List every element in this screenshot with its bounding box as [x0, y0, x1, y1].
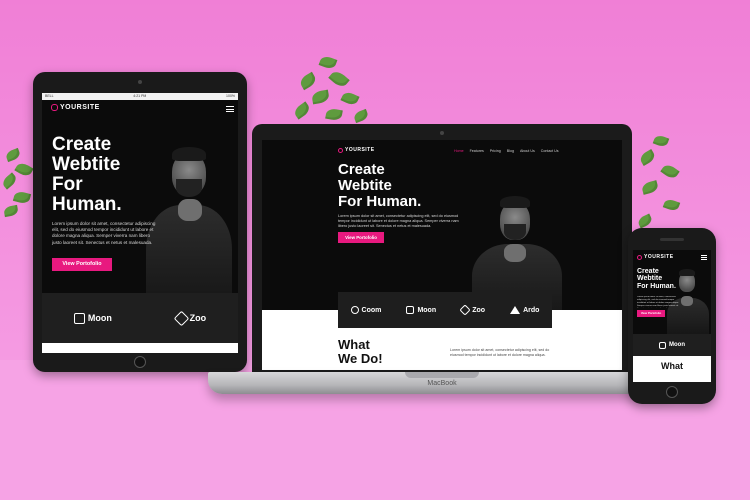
tablet-home-button[interactable] — [134, 356, 146, 368]
brand-ardo: Ardo — [510, 306, 539, 314]
nav-contact-us[interactable]: Contact Us — [541, 149, 559, 153]
nav-pricing[interactable]: Pricing — [490, 149, 501, 153]
tablet-logo-text: YOURSITE — [60, 104, 100, 111]
brand-ardo-label: Ardo — [523, 306, 540, 314]
nav-blog[interactable]: Blog — [507, 149, 514, 153]
phone-logo[interactable]: YOURSITE — [637, 254, 674, 260]
laptop-section-title: What We Do! — [338, 338, 383, 365]
coom-icon — [350, 306, 359, 314]
tablet-status-bar: BELL 4:21 PM 100% — [42, 93, 238, 100]
tablet-white-section — [42, 343, 238, 353]
logo-mark-icon — [338, 147, 343, 153]
plant-center — [290, 54, 380, 130]
phone-paragraph: Lorem ipsum dolor sit amet, consectetur … — [637, 296, 679, 308]
moon-icon — [406, 306, 415, 314]
tablet-logo[interactable]: YOURSITE — [51, 104, 100, 111]
laptop-logo-text: YOURSITE — [345, 147, 375, 153]
phone-screen: YOURSITE Create Webtite For Human. Lorem… — [633, 250, 711, 382]
moon-icon — [73, 312, 85, 324]
phone-device: YOURSITE Create Webtite For Human. Lorem… — [628, 228, 716, 404]
brand-moon: Moon — [659, 341, 685, 349]
tablet-headline-line4: Human. — [52, 193, 122, 215]
logo-mark-icon — [51, 104, 58, 111]
brand-coom: Coom — [350, 306, 382, 314]
laptop-label: MacBook — [427, 380, 457, 387]
brand-moon-label: Moon — [669, 342, 685, 348]
tablet-headline-line1: Create — [52, 134, 112, 155]
tablet-paragraph: Lorem ipsum dolor sit amet, consectetur … — [52, 221, 156, 245]
nav-features[interactable]: Features — [470, 149, 484, 153]
nav-home[interactable]: Home — [454, 149, 464, 153]
laptop-paragraph: Lorem ipsum dolor sit amet, consectetur … — [338, 214, 459, 229]
phone-headline-line3: For Human. — [637, 282, 676, 290]
laptop-notch — [405, 372, 479, 378]
brand-moon-label: Moon — [417, 306, 437, 314]
tablet-device: BELL 4:21 PM 100% YOURSITE Create Webtit… — [33, 72, 247, 372]
brand-moon: Moon — [73, 312, 112, 324]
phone-brand-strip: Moon — [633, 334, 711, 356]
phone-home-button[interactable] — [666, 386, 678, 398]
tablet-screen: BELL 4:21 PM 100% YOURSITE Create Webtit… — [42, 93, 238, 353]
laptop-nav: Home Features Pricing Blog About Us Cont… — [454, 149, 559, 153]
brand-moon: Moon — [406, 306, 436, 314]
brand-zoo-label: Zoo — [472, 306, 486, 314]
tablet-headline-line2: Webtite — [52, 153, 121, 175]
laptop-device: YOURSITE Home Features Pricing Blog Abou… — [252, 124, 632, 376]
tablet-battery: 100% — [226, 94, 235, 98]
phone-headline-line2: Webtite — [637, 275, 663, 283]
brand-zoo: Zoo — [459, 304, 486, 316]
laptop-headline-line1: Create — [338, 161, 385, 178]
logo-mark-icon — [637, 254, 642, 260]
laptop-camera — [440, 131, 444, 135]
laptop-section-text: Lorem ipsum dolor sit amet, consectetur … — [450, 348, 550, 357]
brand-zoo: Zoo — [173, 310, 207, 326]
laptop-hero-photo — [462, 180, 572, 310]
hamburger-menu-icon[interactable] — [226, 106, 234, 112]
section-title-line2: We Do! — [338, 350, 383, 366]
phone-speaker — [660, 238, 684, 241]
hamburger-menu-icon[interactable] — [701, 255, 707, 260]
laptop-headline-line3: For Human. — [338, 192, 422, 210]
laptop-logo[interactable]: YOURSITE — [338, 147, 375, 153]
phone-headline-line1: Create — [637, 268, 659, 275]
laptop-screen: YOURSITE Home Features Pricing Blog Abou… — [262, 140, 622, 370]
laptop-headline-line2: Webtite — [338, 176, 392, 194]
phone-headline: Create Webtite For Human. — [637, 268, 676, 290]
laptop-portfolio-button[interactable]: View Portofolio — [338, 232, 384, 243]
brand-zoo-label: Zoo — [189, 313, 207, 323]
brand-coom-label: Coom — [361, 306, 382, 314]
zoo-icon — [459, 304, 471, 316]
phone-section-title: What — [661, 361, 683, 371]
ardo-icon — [510, 306, 521, 314]
brand-moon-label: Moon — [87, 313, 112, 323]
phone-logo-text: YOURSITE — [644, 254, 674, 260]
nav-about-us[interactable]: About Us — [520, 149, 535, 153]
phone-portfolio-button[interactable]: View Portofolio — [637, 310, 665, 317]
zoo-icon — [173, 310, 189, 326]
tablet-headline-line3: For — [52, 173, 83, 195]
tablet-portfolio-button[interactable]: View Portofolio — [52, 258, 112, 271]
tablet-brand-strip: Moon Zoo — [42, 293, 238, 343]
laptop-headline: Create Webtite For Human. — [338, 162, 421, 209]
laptop-brand-strip: Coom Moon Zoo Ardo — [338, 292, 552, 328]
section-title-line1: What — [338, 337, 370, 352]
plant-right — [634, 132, 690, 242]
tablet-carrier: BELL — [45, 94, 54, 98]
tablet-headline: Create Webtite For Human. — [52, 135, 122, 215]
tablet-time: 4:21 PM — [133, 94, 147, 98]
moon-icon — [659, 341, 666, 349]
tablet-camera — [138, 80, 142, 84]
